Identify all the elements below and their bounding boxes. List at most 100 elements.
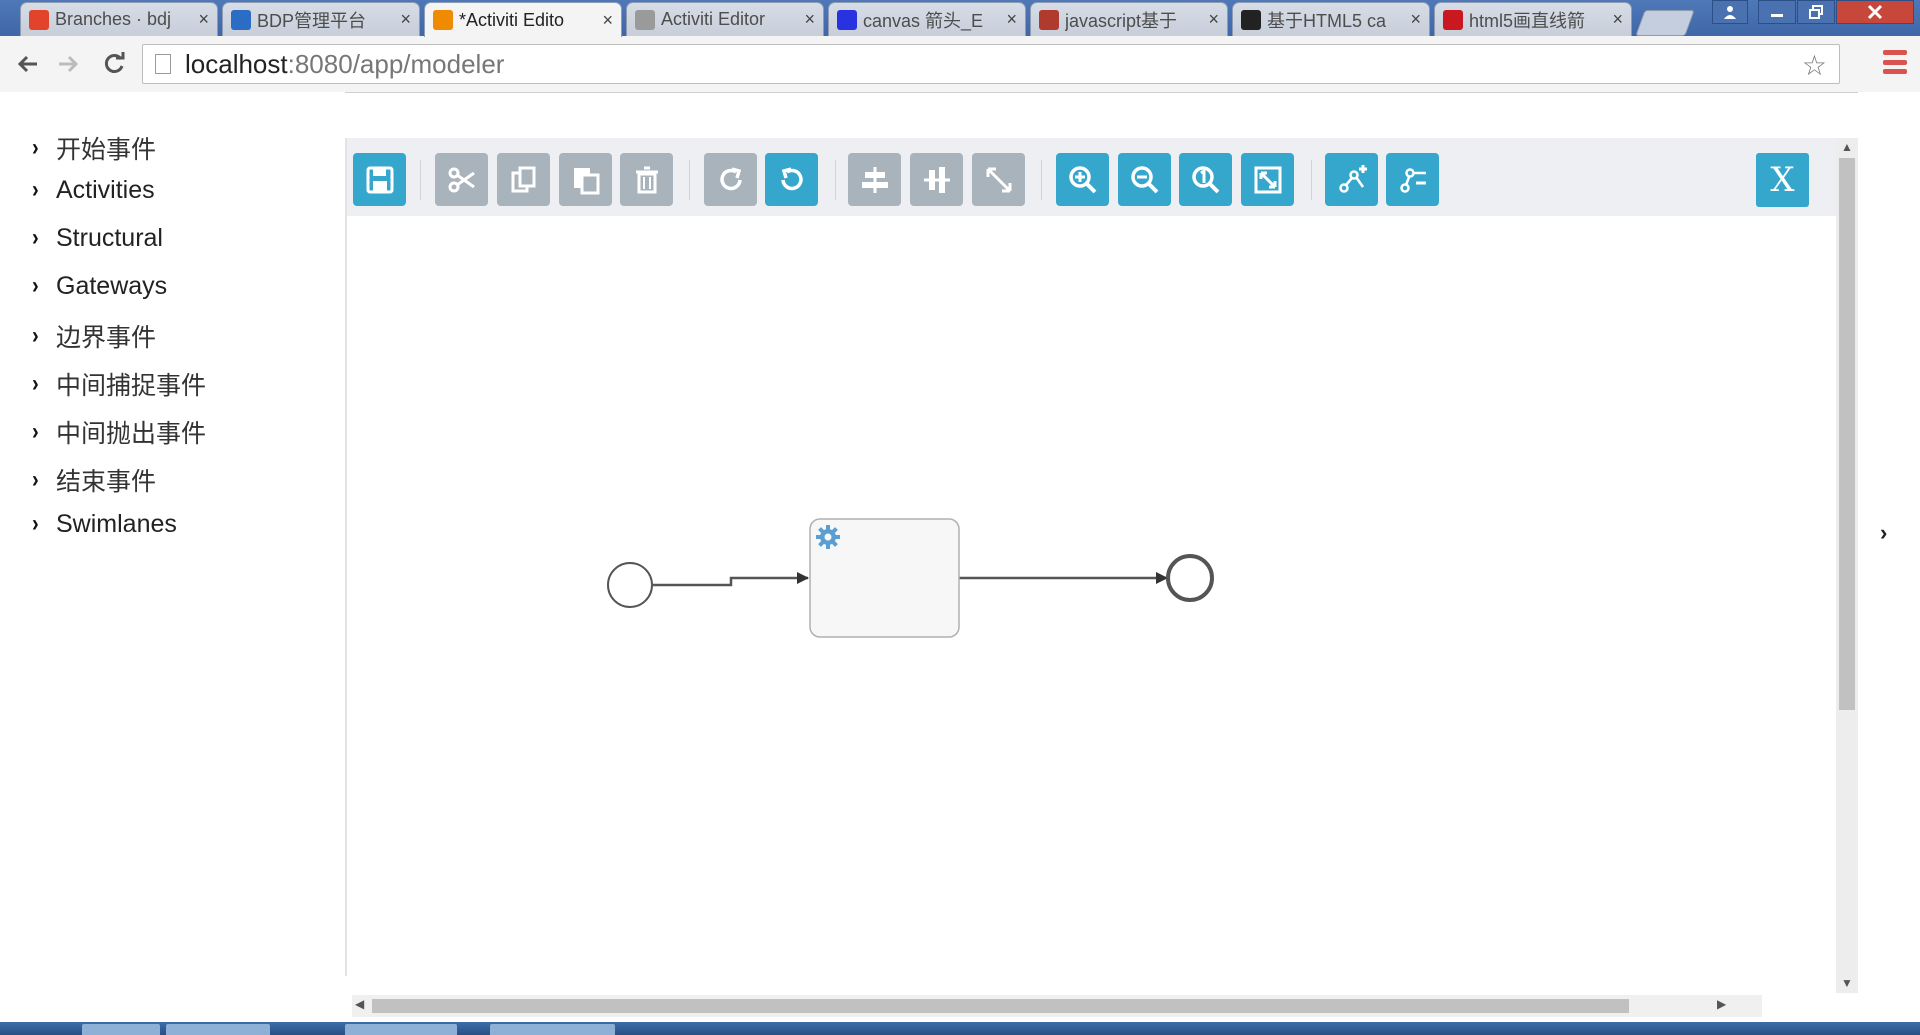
- align-vertical-button[interactable]: [848, 153, 901, 206]
- tab-close-icon[interactable]: ×: [1410, 9, 1421, 30]
- toolbar-separator: [1041, 160, 1042, 200]
- scroll-right-arrow-icon[interactable]: ▶: [1717, 997, 1726, 1011]
- tab-close-icon[interactable]: ×: [602, 10, 613, 31]
- browser-tab[interactable]: Branches · bdj ×: [20, 2, 218, 36]
- b-logo-icon: [1039, 9, 1059, 30]
- back-button[interactable]: [12, 48, 44, 80]
- palette-group[interactable]: › 边界事件: [32, 318, 156, 354]
- chevron-right-icon: ›: [32, 134, 39, 161]
- taskbar-item[interactable]: [345, 1024, 457, 1035]
- zoom-out-icon: [1130, 165, 1158, 193]
- new-tab-button[interactable]: [1635, 10, 1695, 36]
- profile-button[interactable]: [1712, 0, 1748, 24]
- taskbar-item[interactable]: [490, 1024, 615, 1035]
- browser-tab[interactable]: 基于HTML5 ca ×: [1232, 2, 1430, 36]
- minimize-button[interactable]: [1758, 0, 1796, 24]
- chevron-right-icon: ›: [32, 418, 39, 445]
- palette-group[interactable]: › Activities: [32, 176, 155, 205]
- zoom-in-button[interactable]: [1056, 153, 1109, 206]
- palette-group[interactable]: › 中间捕捉事件: [32, 366, 206, 402]
- os-taskbar: [0, 1022, 1920, 1035]
- penguin-icon: [1241, 9, 1261, 30]
- palette-group[interactable]: › Swimlanes: [32, 510, 177, 539]
- vertical-scroll-thumb[interactable]: [1839, 158, 1855, 710]
- paste-button[interactable]: [559, 153, 612, 206]
- browser-tab[interactable]: *Activiti Edito ×: [424, 2, 622, 37]
- palette-group[interactable]: › Structural: [32, 224, 163, 253]
- close-icon: [1867, 4, 1883, 20]
- zoom-fit-button[interactable]: [1241, 153, 1294, 206]
- palette-group[interactable]: › 结束事件: [32, 462, 156, 498]
- sequence-flow[interactable]: [653, 572, 809, 587]
- browser-menu-icon[interactable]: [1883, 50, 1907, 74]
- end-event[interactable]: [1166, 554, 1214, 602]
- redo-icon: [719, 166, 742, 190]
- vertical-scrollbar[interactable]: ▲ ▼: [1836, 138, 1858, 993]
- chevron-right-icon: ›: [32, 322, 39, 349]
- horizontal-scroll-thumb[interactable]: [372, 999, 1629, 1013]
- address-bar[interactable]: localhost:8080/app/modeler ☆: [142, 44, 1840, 84]
- cut-button[interactable]: [435, 153, 488, 206]
- page-icon: [155, 54, 171, 74]
- property-panel-collapsed: ›: [1858, 92, 1920, 1022]
- tab-close-icon[interactable]: ×: [400, 9, 411, 30]
- tab-close-icon[interactable]: ×: [198, 9, 209, 30]
- tab-label: 基于HTML5 ca: [1267, 10, 1387, 31]
- tab-label: BDP管理平台: [257, 10, 367, 31]
- delete-button[interactable]: [620, 153, 673, 206]
- same-size-button[interactable]: [972, 153, 1025, 206]
- toolbar-separator: [835, 160, 836, 200]
- add-bendpoint-button[interactable]: [1325, 153, 1378, 206]
- browser-tab[interactable]: BDP管理平台 ×: [222, 2, 420, 36]
- undo-button[interactable]: [765, 153, 818, 206]
- taskbar-item[interactable]: [166, 1024, 270, 1035]
- zoom-out-button[interactable]: [1118, 153, 1171, 206]
- align-horizontal-icon: [923, 166, 950, 193]
- browser-tab[interactable]: canvas 箭头_E ×: [828, 2, 1026, 36]
- browser-tab[interactable]: javascript基于 ×: [1030, 2, 1228, 36]
- restore-icon: [1809, 5, 1823, 19]
- save-button[interactable]: [353, 153, 406, 206]
- palette-group[interactable]: › Gateways: [32, 272, 167, 301]
- trash-icon: [635, 166, 658, 193]
- remove-bendpoint-button[interactable]: [1386, 153, 1439, 206]
- start-event[interactable]: [607, 562, 653, 608]
- remove-bendpoint-icon: [1399, 167, 1426, 193]
- tab-close-icon[interactable]: ×: [1612, 9, 1623, 30]
- scroll-up-arrow-icon[interactable]: ▲: [1841, 140, 1853, 154]
- copy-button[interactable]: [497, 153, 550, 206]
- tab-label: *Activiti Edito: [459, 9, 565, 30]
- scroll-left-arrow-icon[interactable]: ◀: [355, 997, 364, 1011]
- taskbar-item[interactable]: [82, 1024, 160, 1035]
- zoom-actual-button[interactable]: [1179, 153, 1232, 206]
- tab-close-icon[interactable]: ×: [1208, 9, 1219, 30]
- palette-group[interactable]: › 中间抛出事件: [32, 414, 206, 450]
- tab-close-icon[interactable]: ×: [804, 9, 815, 30]
- chevron-right-icon[interactable]: ›: [1880, 520, 1887, 546]
- loading-spinner-icon: [231, 9, 251, 30]
- reload-button[interactable]: [98, 48, 130, 80]
- close-window-button[interactable]: [1836, 0, 1914, 24]
- browser-tab[interactable]: html5画直线箭 ×: [1434, 2, 1632, 36]
- palette-group-label: Structural: [56, 224, 163, 252]
- restore-button[interactable]: [1797, 0, 1835, 24]
- forward-arrow-icon: [59, 55, 79, 73]
- scroll-down-arrow-icon[interactable]: ▼: [1841, 976, 1853, 990]
- browser-tab[interactable]: Activiti Editor ×: [626, 2, 824, 36]
- diagram-canvas[interactable]: [347, 216, 1836, 993]
- minimize-icon: [1771, 14, 1783, 17]
- align-vertical-icon: [861, 166, 888, 193]
- align-horizontal-button[interactable]: [910, 153, 963, 206]
- close-editor-button[interactable]: X: [1756, 153, 1809, 207]
- chevron-right-icon: ›: [32, 272, 39, 300]
- horizontal-scrollbar[interactable]: ◀ ▶: [352, 995, 1762, 1017]
- address-host: localhost: [185, 48, 288, 79]
- forward-button[interactable]: [52, 48, 84, 80]
- redo-button[interactable]: [704, 153, 757, 206]
- palette-group-label: 边界事件: [56, 323, 157, 352]
- bookmark-star-icon[interactable]: ☆: [1802, 49, 1827, 82]
- editor-toolbar: X: [347, 138, 1836, 216]
- palette-group[interactable]: › 开始事件: [32, 130, 156, 166]
- tab-label: Activiti Editor: [661, 9, 766, 29]
- tab-close-icon[interactable]: ×: [1006, 9, 1017, 30]
